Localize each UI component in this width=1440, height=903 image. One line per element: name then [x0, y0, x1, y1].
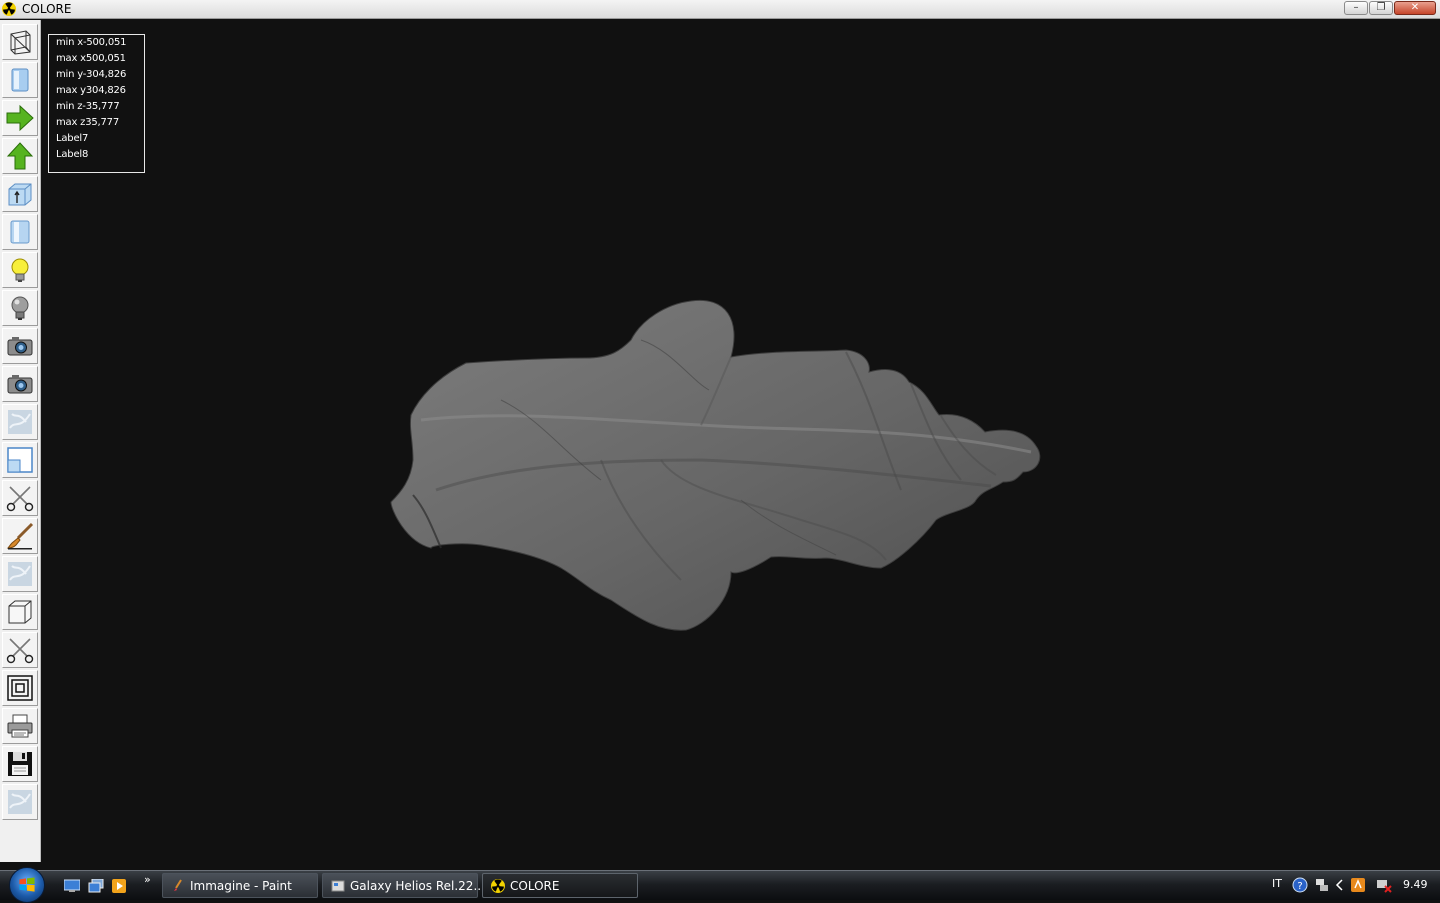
- title-bar: COLORE – ❐ ✕: [0, 0, 1440, 19]
- radiation-icon: [2, 2, 16, 16]
- height-box-tool[interactable]: [2, 176, 38, 212]
- green-arrow-up-icon: [6, 142, 34, 170]
- max-y-label: max y304,826: [56, 85, 126, 96]
- camera-icon: [7, 337, 33, 356]
- printer-icon: [7, 714, 33, 738]
- acanthus-leaf-model[interactable]: [41, 20, 1440, 870]
- help-icon[interactable]: ?: [1292, 877, 1308, 893]
- task-paint[interactable]: Immagine - Paint: [162, 873, 318, 898]
- min-x-label: min x-500,051: [56, 37, 127, 48]
- frame-icon: [7, 447, 33, 473]
- galaxy-app-icon: [331, 880, 345, 892]
- print-tool[interactable]: [2, 708, 38, 744]
- start-button[interactable]: [9, 867, 45, 903]
- network-icon[interactable]: [1314, 877, 1330, 893]
- floppy-disk-icon: [8, 752, 32, 776]
- task-colore[interactable]: COLORE: [482, 873, 638, 898]
- camera-icon: [7, 375, 33, 394]
- solid-view-tool[interactable]: [2, 62, 38, 98]
- texture-tool-1[interactable]: [2, 404, 38, 440]
- max-z-label: max z35,777: [56, 117, 120, 128]
- taskbar: » Immagine - Paint Galaxy Helios Rel.22.…: [0, 867, 1440, 903]
- desktop-icon[interactable]: [64, 879, 80, 893]
- quick-launch-chevron[interactable]: »: [144, 873, 151, 886]
- tool-palette: [0, 20, 41, 862]
- light-off-tool[interactable]: [2, 290, 38, 326]
- window-title: COLORE: [22, 2, 72, 16]
- task-label: Immagine - Paint: [190, 879, 292, 893]
- maximize-button[interactable]: ❐: [1369, 1, 1393, 15]
- cylinder-tool[interactable]: [2, 214, 38, 250]
- height-box-icon: [8, 183, 32, 206]
- texture-tool-2[interactable]: [2, 556, 38, 592]
- task-label: COLORE: [510, 879, 560, 893]
- language-indicator[interactable]: IT: [1272, 877, 1282, 890]
- window-switch-icon[interactable]: [88, 879, 104, 893]
- app-tray-icon[interactable]: [1350, 877, 1366, 893]
- contour-tool[interactable]: [2, 670, 38, 706]
- marble-texture-icon: [8, 562, 32, 586]
- camera-tool-1[interactable]: [2, 328, 38, 364]
- paint-icon: [174, 879, 182, 891]
- blue-panel-icon: [11, 68, 29, 92]
- marble-texture-icon: [8, 790, 32, 814]
- concentric-squares-icon: [7, 675, 33, 701]
- task-label: Galaxy Helios Rel.22...: [350, 879, 485, 893]
- blue-cylinder-icon: [10, 220, 30, 244]
- max-x-label: max x500,051: [56, 53, 126, 64]
- media-player-icon[interactable]: [111, 879, 127, 893]
- cut-tool-1[interactable]: [2, 480, 38, 516]
- arrow-left-icon[interactable]: [1332, 877, 1348, 893]
- cut-tool-2[interactable]: [2, 632, 38, 668]
- light-on-tool[interactable]: [2, 252, 38, 288]
- scissors-icon: [6, 638, 34, 664]
- save-tool[interactable]: [2, 746, 38, 782]
- green-arrow-right-icon: [6, 104, 34, 132]
- windows-logo-icon: [19, 877, 35, 892]
- min-y-label: min y-304,826: [56, 69, 127, 80]
- close-button[interactable]: ✕: [1394, 1, 1436, 15]
- marble-texture-icon: [8, 410, 32, 434]
- model-bounds-info: min x-500,051 max x500,051 min y-304,826…: [48, 34, 145, 173]
- light-bulb-off-icon: [11, 296, 29, 320]
- radiation-icon: [491, 879, 505, 893]
- paint-tool[interactable]: [2, 518, 38, 554]
- 3d-viewport[interactable]: [41, 20, 1440, 870]
- light-bulb-on-icon: [11, 258, 29, 282]
- brush-icon: [6, 522, 34, 550]
- box-tool[interactable]: [2, 594, 38, 630]
- min-z-label: min z-35,777: [56, 101, 120, 112]
- label8: Label8: [56, 149, 89, 160]
- arrow-right-tool[interactable]: [2, 100, 38, 136]
- task-galaxy-helios[interactable]: Galaxy Helios Rel.22...: [322, 873, 485, 898]
- clock[interactable]: 9.49: [1403, 878, 1428, 891]
- network-disconnected-icon[interactable]: [1376, 877, 1392, 893]
- wireframe-box-tool[interactable]: [2, 24, 38, 60]
- frame-tool[interactable]: [2, 442, 38, 478]
- camera-tool-2[interactable]: [2, 366, 38, 402]
- minimize-button[interactable]: –: [1344, 1, 1368, 15]
- arrow-up-tool[interactable]: [2, 138, 38, 174]
- svg-text:?: ?: [1297, 881, 1302, 892]
- texture-tool-3[interactable]: [2, 784, 38, 820]
- white-box-icon: [8, 600, 32, 624]
- scissors-icon: [6, 486, 34, 512]
- wireframe-box-icon: [10, 30, 31, 55]
- label7: Label7: [56, 133, 89, 144]
